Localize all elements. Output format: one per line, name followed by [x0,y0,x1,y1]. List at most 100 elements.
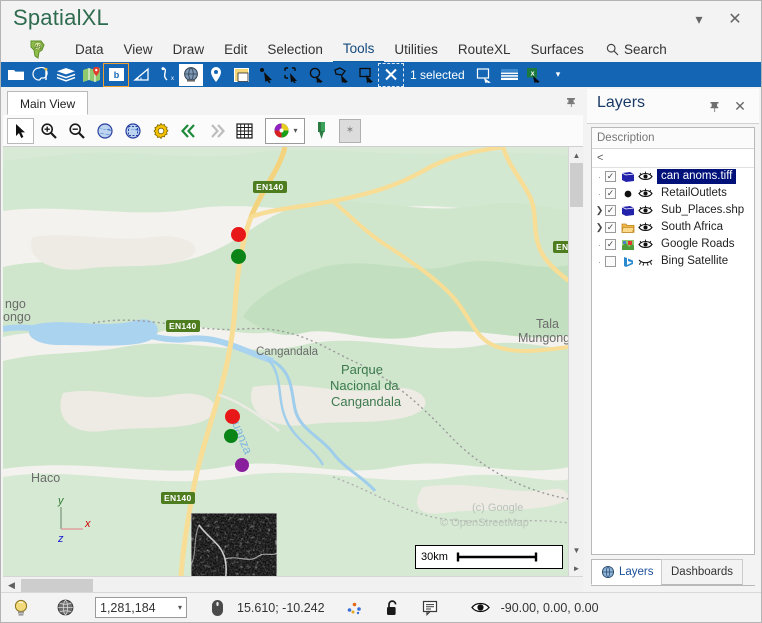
layer-checkbox[interactable]: ✓ [605,205,616,216]
excel-export-icon[interactable]: x [523,64,547,86]
search-button[interactable]: Search [606,37,667,62]
layer-row-south-africa[interactable]: ❯ ✓ South Africa [592,219,754,236]
layer-row-google-roads[interactable]: · ✓ Google Roads [592,236,754,253]
expand-arrow-icon[interactable]: ❯ [594,222,605,233]
previous-extent-icon[interactable] [175,118,202,144]
marker-red-north[interactable] [231,227,246,242]
lightbulb-icon[interactable] [5,594,37,621]
grid-icon[interactable] [231,118,258,144]
menu-data[interactable]: Data [65,37,114,62]
layer-visibility-eye-icon[interactable] [637,221,654,235]
layer-row-retailoutlets[interactable]: · ✓ RetailOutlets [592,185,754,202]
zoom-out-icon[interactable] [63,118,90,144]
expand-arrow-icon[interactable]: ❯ [594,205,605,216]
layer-row-sub-places[interactable]: ❯ ✓ Sub_Places.shp [592,202,754,219]
menu-surfaces[interactable]: Surfaces [520,37,593,62]
scroll-up-button[interactable]: ▲ [569,147,584,163]
layer-checkbox[interactable]: ✓ [605,171,616,182]
zoom-extent-icon[interactable] [91,118,118,144]
eye-icon[interactable] [465,594,497,621]
layer-row-can-anoms[interactable]: · ✓ can anoms.tiff [592,168,754,185]
attribute-table-icon[interactable] [498,64,522,86]
scroll-down-button[interactable]: ▼ [569,542,584,558]
scroll-left-button[interactable]: ◀ [3,577,20,593]
open-folder-icon[interactable] [4,64,28,86]
export-selection-icon[interactable] [473,64,497,86]
pin-icon[interactable] [565,96,577,108]
clear-selection-icon[interactable] [378,62,404,87]
tab-main-view[interactable]: Main View [7,91,89,115]
green-flag-icon[interactable] [309,118,333,144]
layer-visibility-eye-icon[interactable] [637,187,654,201]
layers-tree[interactable]: Description < · ✓ can anoms.tiff · ✓ Ret… [591,127,755,555]
ribbon-overflow-button[interactable]: ▾ [556,69,561,80]
zoom-in-icon[interactable] [35,118,62,144]
globe-wire-icon[interactable] [49,594,81,621]
menu-view[interactable]: View [114,37,163,62]
horizontal-scroll-thumb[interactable] [21,579,93,592]
scale-field[interactable]: 1,281,184 ▾ [95,597,187,618]
trace-path-icon[interactable]: x [154,64,178,86]
layer-checkbox[interactable] [605,256,616,267]
close-button[interactable]: ✕ [721,7,749,31]
layer-visibility-eye-icon[interactable] [637,204,654,218]
layer-checkbox[interactable]: ✓ [605,239,616,250]
symbology-button[interactable]: ▾ [265,117,305,144]
marker-green-north[interactable] [231,249,246,264]
palette-tools-icon[interactable] [29,64,53,86]
chevron-down-icon[interactable]: ▾ [178,603,182,612]
globe-icon[interactable] [179,63,203,86]
zoom-selection-icon[interactable] [119,118,146,144]
symbology-caret-icon[interactable]: ▾ [293,126,297,135]
settings-gear-icon[interactable] [147,118,174,144]
pin-icon[interactable] [705,97,723,115]
panel-tab-dashboards[interactable]: Dashboards [661,559,744,585]
message-icon[interactable] [415,594,447,621]
layers-filter-row[interactable]: < [592,149,754,168]
layer-checkbox[interactable]: ✓ [605,188,616,199]
minimize-button[interactable]: ▾ [685,7,713,31]
menu-tools[interactable]: Tools [332,36,385,63]
marker-green-raster[interactable] [224,429,238,443]
svg-text:x: x [531,70,535,77]
panel-tab-layers[interactable]: Layers [591,559,664,585]
layers-column-header[interactable]: Description [592,128,754,149]
select-polygon-icon[interactable] [329,64,353,86]
menu-utilities[interactable]: Utilities [384,37,448,62]
map-canvas[interactable]: ngo ongo Cangandala Tala Mungongo Haco M… [3,147,583,576]
map-viewport[interactable]: ngo ongo Cangandala Tala Mungongo Haco M… [3,147,569,576]
africa-logo-icon: AB [27,39,49,60]
basemap-icon [620,238,635,252]
close-icon[interactable]: ✕ [731,97,749,115]
marker-red-raster[interactable] [225,409,240,424]
pointer-arrow-icon[interactable] [7,117,34,144]
layer-visibility-eye-icon[interactable] [637,238,654,252]
layer-visibility-eye-icon[interactable] [637,170,654,184]
label-note-icon[interactable] [229,64,253,86]
menu-selection[interactable]: Selection [257,37,333,62]
scroll-next-button[interactable]: ► [569,560,584,576]
select-arrow-icon[interactable] [254,64,278,86]
unlock-icon[interactable] [377,594,409,621]
layer-checkbox[interactable]: ✓ [605,222,616,233]
marker-purple-raster[interactable] [235,458,249,472]
layers-stack-icon[interactable] [54,64,78,86]
vertical-scroll-thumb[interactable] [570,163,583,207]
map-vertical-scrollbar[interactable]: ▲ ▼ ► [568,147,584,576]
svg-text:AB: AB [35,45,42,51]
location-pin-icon[interactable] [204,64,228,86]
select-rect-icon[interactable] [279,64,303,86]
next-extent-icon[interactable] [203,118,230,144]
select-circle-icon[interactable] [304,64,328,86]
favorites-button[interactable]: ✶ [339,118,361,143]
measure-triangle-icon[interactable] [129,64,153,86]
layer-hidden-eye-icon[interactable] [637,255,654,269]
snap-points-icon[interactable] [339,594,371,621]
select-box-icon[interactable] [354,64,378,86]
menu-draw[interactable]: Draw [163,37,215,62]
basemap-icon[interactable]: b [103,62,129,87]
menu-edit[interactable]: Edit [214,37,257,62]
menu-routexl[interactable]: RouteXL [448,37,521,62]
map-pin-map-icon[interactable] [79,64,103,86]
layer-row-bing-satellite[interactable]: · Bing Satellite [592,253,754,270]
